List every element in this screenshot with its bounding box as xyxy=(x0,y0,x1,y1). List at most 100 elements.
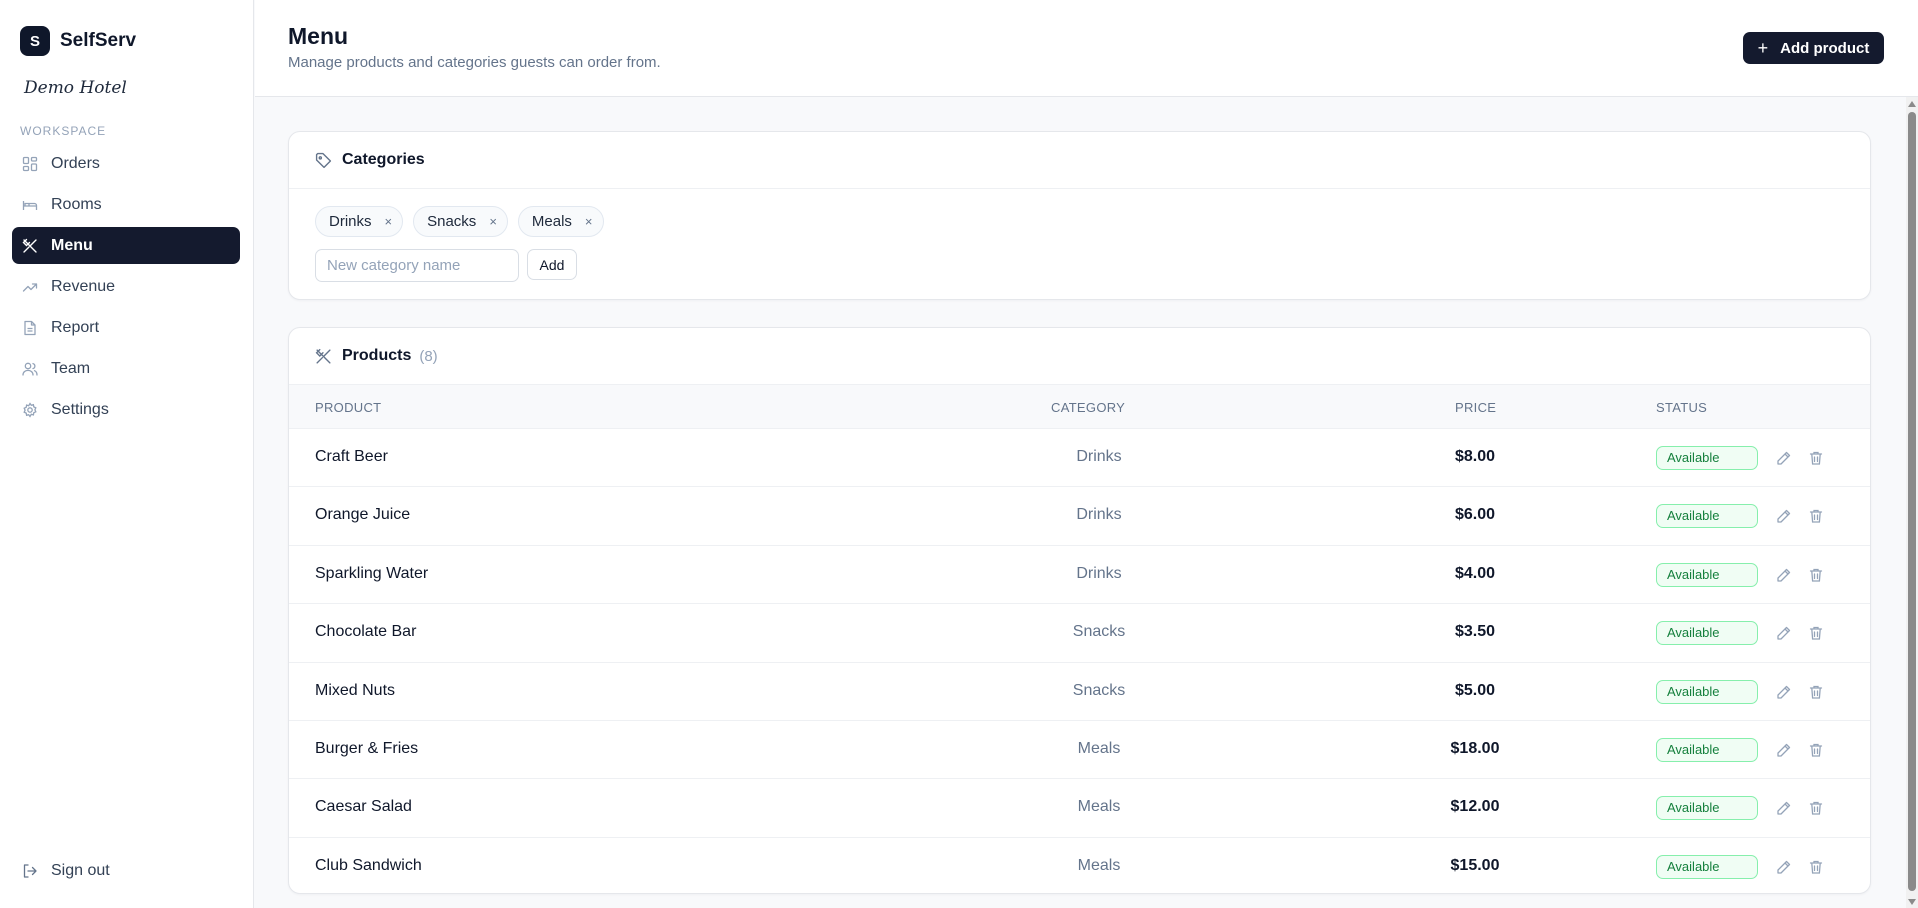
scroll-thumb[interactable] xyxy=(1908,112,1916,891)
utensils-icon xyxy=(315,348,331,364)
sign-out-button[interactable]: Sign out xyxy=(22,862,110,880)
document-icon xyxy=(24,320,36,335)
trash-icon[interactable] xyxy=(1808,859,1824,875)
edit-icon[interactable] xyxy=(1776,508,1792,524)
categories-title: Categories xyxy=(342,151,425,168)
page-title: Menu xyxy=(288,23,349,49)
sidebar-item-menu[interactable]: Menu xyxy=(12,227,240,264)
scrollbar[interactable] xyxy=(1906,97,1918,908)
status-badge: Available xyxy=(1656,679,1758,704)
edit-icon[interactable] xyxy=(1776,859,1792,875)
products-card: Products (8) PRODUCT CATEGORY PRICE STAT… xyxy=(288,327,1871,894)
edit-icon[interactable] xyxy=(1776,567,1792,583)
category-chip-meals: Meals × xyxy=(517,206,604,237)
page-subtitle: Manage products and categories guests ca… xyxy=(288,54,661,71)
page-header: Menu Manage products and categories gues… xyxy=(255,0,1918,97)
product-price: $4.00 xyxy=(1454,564,1496,582)
product-name: Craft Beer xyxy=(315,448,388,465)
edit-icon[interactable] xyxy=(1776,450,1792,466)
chip-label: Drinks xyxy=(329,213,372,230)
trash-icon[interactable] xyxy=(1808,742,1824,758)
product-name: Burger & Fries xyxy=(315,740,419,757)
trash-icon[interactable] xyxy=(1808,800,1824,816)
workspace-label: WORKSPACE xyxy=(20,124,107,138)
column-price: PRICE xyxy=(1455,400,1497,415)
edit-icon[interactable] xyxy=(1776,684,1792,700)
sidebar-item-label: Revenue xyxy=(51,277,116,295)
sidebar-item-rooms[interactable]: Rooms xyxy=(12,186,240,223)
sidebar-item-label: Settings xyxy=(51,400,109,418)
sidebar: S SelfServ Demo Hotel WORKSPACE Orders R… xyxy=(0,0,254,908)
add-category-button[interactable]: Add xyxy=(527,249,577,280)
product-price: $6.00 xyxy=(1454,506,1496,524)
product-price: $3.50 xyxy=(1454,623,1496,641)
brand-logo: S xyxy=(20,26,50,56)
table-row: Burger & Fries Meals $18.00 Available xyxy=(289,720,1870,778)
grid-icon xyxy=(22,156,38,171)
status-badge: Available xyxy=(1656,796,1758,821)
tag-icon xyxy=(315,152,332,168)
sidebar-item-label: Team xyxy=(51,359,91,377)
brand: S SelfServ xyxy=(20,26,136,56)
trash-icon[interactable] xyxy=(1808,450,1824,466)
remove-category-button[interactable]: × xyxy=(489,214,497,229)
categories-card: Categories Drinks × Snacks × Meals × Add xyxy=(288,131,1871,300)
product-name: Club Sandwich xyxy=(315,856,422,874)
sidebar-item-orders[interactable]: Orders xyxy=(12,145,240,182)
status-badge: Available xyxy=(1656,738,1758,762)
product-price: $8.00 xyxy=(1454,448,1496,465)
trash-icon[interactable] xyxy=(1808,567,1824,583)
sidebar-item-label: Rooms xyxy=(51,195,102,213)
sidebar-item-report[interactable]: Report xyxy=(12,309,240,346)
remove-category-button[interactable]: × xyxy=(385,214,393,229)
product-name: Mixed Nuts xyxy=(315,681,396,699)
chip-label: Meals xyxy=(531,213,572,230)
product-category: Meals xyxy=(1077,740,1121,757)
column-product: PRODUCT xyxy=(315,400,382,415)
status-badge: Available xyxy=(1656,854,1758,879)
product-category: Snacks xyxy=(1072,681,1126,699)
trash-icon[interactable] xyxy=(1808,684,1824,700)
utensils-icon xyxy=(22,238,37,253)
table-row: Chocolate Bar Snacks $3.50 Available xyxy=(289,603,1870,661)
edit-icon[interactable] xyxy=(1776,625,1792,641)
product-category: Drinks xyxy=(1076,564,1122,582)
sidebar-item-label: Orders xyxy=(51,154,100,172)
table-header: PRODUCT CATEGORY PRICE STATUS xyxy=(289,384,1870,428)
add-product-button[interactable]: + Add product xyxy=(1743,32,1884,64)
scroll-up-arrow[interactable] xyxy=(1908,101,1916,107)
products-count: (8) xyxy=(419,347,438,365)
chip-label: Snacks xyxy=(427,213,477,230)
trash-icon[interactable] xyxy=(1808,625,1824,641)
table-row: Orange Juice Drinks $6.00 Available xyxy=(289,486,1870,544)
product-name: Orange Juice xyxy=(315,506,411,524)
column-category: CATEGORY xyxy=(1051,400,1126,415)
status-badge: Available xyxy=(1656,621,1758,646)
product-price: $12.00 xyxy=(1450,798,1500,816)
remove-category-button[interactable]: × xyxy=(585,214,593,229)
users-icon xyxy=(22,362,38,376)
bed-icon xyxy=(22,200,38,210)
sidebar-item-revenue[interactable]: Revenue xyxy=(12,268,240,305)
edit-icon[interactable] xyxy=(1776,742,1792,758)
scroll-down-arrow[interactable] xyxy=(1908,899,1916,905)
sidebar-item-label: Menu xyxy=(51,236,93,254)
table-row: Mixed Nuts Snacks $5.00 Available xyxy=(289,661,1870,720)
column-status: STATUS xyxy=(1656,400,1708,415)
edit-icon[interactable] xyxy=(1776,800,1792,816)
brand-name: SelfServ xyxy=(60,30,137,51)
sidebar-item-team[interactable]: Team xyxy=(12,350,240,387)
table-row: Sparkling Water Drinks $4.00 Available xyxy=(289,544,1870,603)
product-name: Sparkling Water xyxy=(315,564,429,582)
products-title: Products xyxy=(342,347,412,364)
sidebar-item-settings[interactable]: Settings xyxy=(12,391,240,428)
products-header: Products (8) xyxy=(289,328,1870,385)
table-row: Craft Beer Drinks $8.00 Available xyxy=(289,428,1870,486)
table-row: Caesar Salad Meals $12.00 Available xyxy=(289,778,1870,836)
sidebar-nav: Orders Rooms Menu Revenue Report Team Se… xyxy=(12,145,240,432)
trash-icon[interactable] xyxy=(1808,508,1824,524)
plus-icon: + xyxy=(1757,38,1769,58)
new-category-input[interactable] xyxy=(315,249,519,282)
category-chip-drinks: Drinks × xyxy=(315,206,404,237)
product-category: Meals xyxy=(1077,798,1121,816)
